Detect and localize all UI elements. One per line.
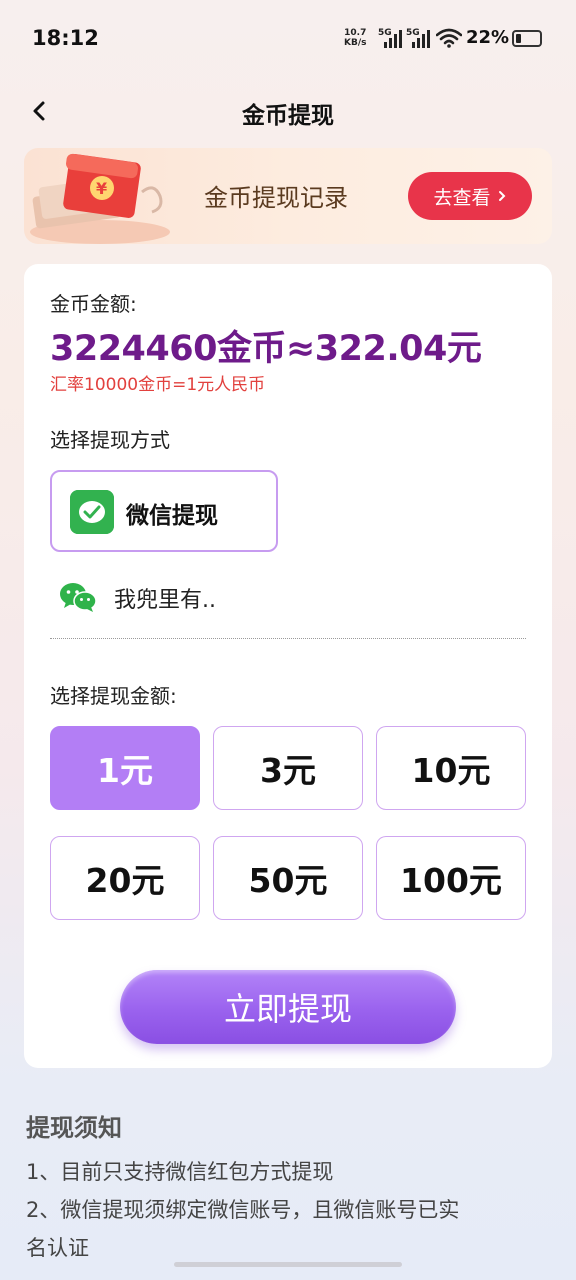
home-indicator[interactable] [174, 1262, 402, 1267]
notice-title: 提现须知 [26, 1114, 122, 1142]
view-records-button[interactable]: 去查看 [408, 172, 532, 220]
wechat-withdraw-label: 微信提现 [126, 503, 218, 529]
status-bar: 18:12 10.7 KB/s 5G 5G 22% [0, 0, 576, 78]
notice-item: 名认证 [26, 1236, 89, 1260]
sim1-label: 5G [378, 28, 392, 38]
withdraw-card: 金币金额: 3224460金币≈322.04元 汇率10000金币=1元人民币 … [24, 264, 552, 1068]
network-speed-value: 10.7 [344, 28, 367, 38]
amount-option-100[interactable]: 100元 [376, 836, 526, 920]
chevron-right-icon [498, 191, 505, 201]
wechat-icon [60, 583, 97, 612]
banner-title: 金币提现记录 [204, 184, 348, 212]
withdraw-now-button[interactable]: 立即提现 [120, 970, 456, 1044]
exchange-rate: 汇率10000金币=1元人民币 [50, 375, 266, 395]
method-section-label: 选择提现方式 [50, 428, 170, 452]
battery-level [516, 34, 521, 43]
amount-option-10[interactable]: 10元 [376, 726, 526, 810]
signal-icon-2: 5G [406, 28, 432, 48]
battery-icon [512, 30, 542, 47]
wifi-icon [436, 28, 462, 48]
signal-icon: 5G [378, 28, 404, 48]
red-envelope-illustration: ¥ [30, 153, 170, 244]
amount-section-label: 选择提现金额: [50, 684, 177, 708]
wechat-pay-icon [70, 490, 114, 534]
sim2-label: 5G [406, 28, 420, 38]
view-records-label: 去查看 [433, 186, 491, 209]
balance-value: 3224460金币≈322.04元 [50, 329, 482, 369]
amount-option-20[interactable]: 20元 [50, 836, 200, 920]
withdraw-record-banner[interactable]: ¥ 金币提现记录 去查看 [24, 148, 552, 244]
amount-option-1[interactable]: 1元 [50, 726, 200, 810]
nav-bar: 金币提现 [0, 86, 576, 136]
page-title: 金币提现 [242, 103, 334, 129]
network-speed-unit: KB/s [344, 38, 367, 48]
wechat-account-name: 我兜里有.. [114, 588, 216, 613]
section-divider [50, 638, 526, 639]
wechat-withdraw-option[interactable]: 微信提现 [50, 470, 278, 552]
svg-text:¥: ¥ [96, 179, 107, 198]
amount-option-50[interactable]: 50元 [213, 836, 363, 920]
notice-item: 1、目前只支持微信红包方式提现 [26, 1160, 334, 1184]
notice-item: 2、微信提现须绑定微信账号，且微信账号已实 [26, 1198, 460, 1222]
battery-percent: 22% [466, 27, 510, 48]
status-time: 18:12 [32, 26, 99, 50]
balance-label: 金币金额: [50, 292, 137, 316]
network-speed: 10.7 KB/s [344, 28, 366, 48]
amount-option-3[interactable]: 3元 [213, 726, 363, 810]
